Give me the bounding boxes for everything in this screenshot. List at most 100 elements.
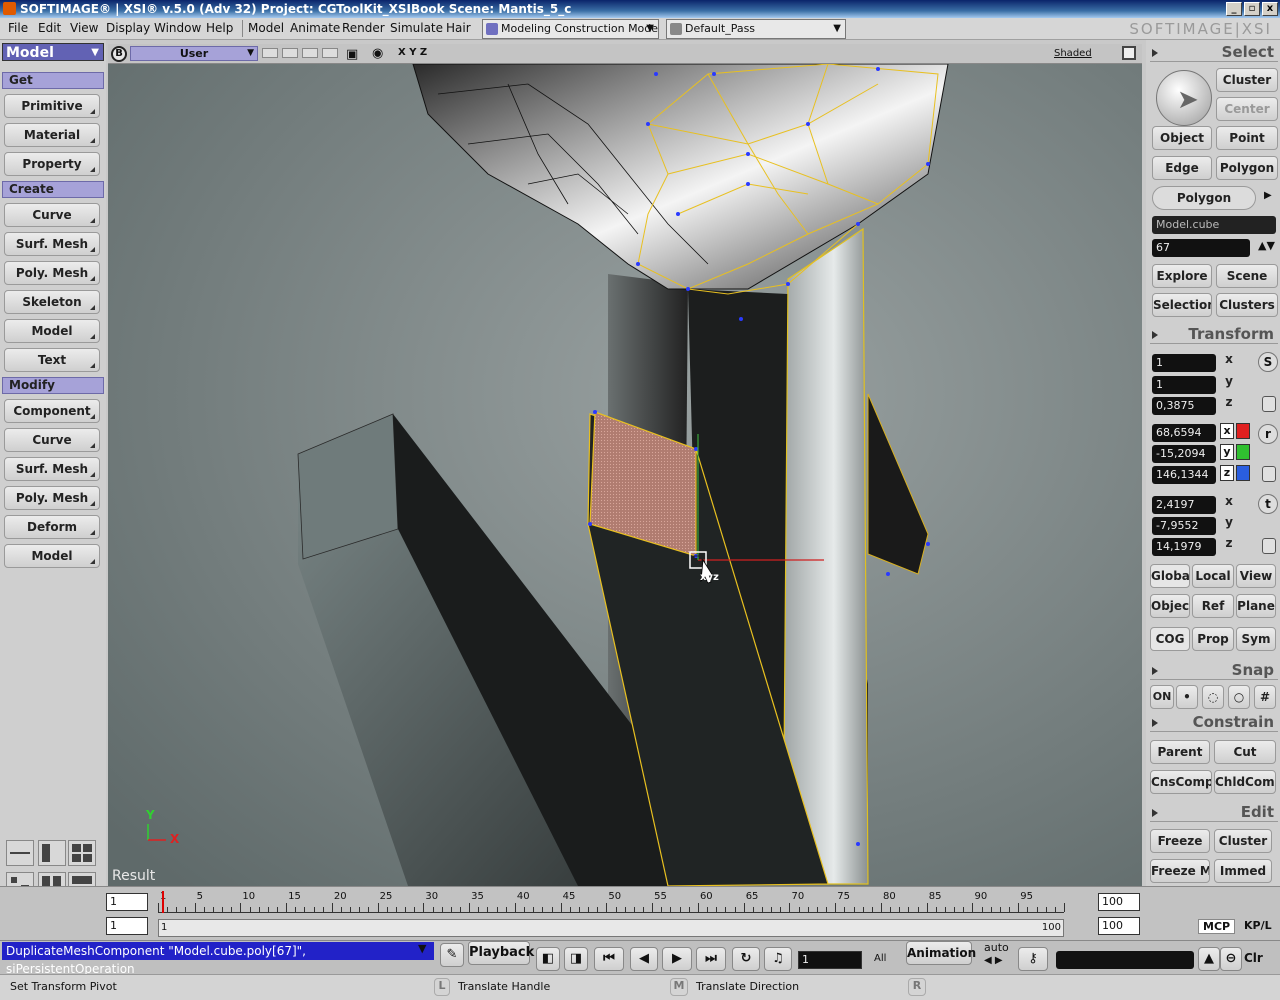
create-poly-mesh-button[interactable]: Poly. Mesh bbox=[4, 261, 100, 285]
rotate-x-color[interactable] bbox=[1236, 423, 1250, 439]
transform-header[interactable]: Transform bbox=[1150, 324, 1278, 344]
menu-window[interactable]: Window bbox=[154, 21, 201, 35]
create-text-button[interactable]: Text bbox=[4, 348, 100, 372]
display-mode-dropdown[interactable]: Shaded bbox=[1054, 48, 1092, 59]
viewport-toggle-1[interactable] bbox=[262, 48, 278, 58]
kpl-tab[interactable]: KP/L bbox=[1244, 919, 1272, 932]
cut-button[interactable]: Cut bbox=[1214, 740, 1276, 764]
maximize-button[interactable]: ▫ bbox=[1244, 2, 1260, 16]
close-button[interactable]: x bbox=[1262, 2, 1278, 16]
parent-button[interactable]: Parent bbox=[1150, 740, 1210, 764]
last-frame-icon[interactable]: ◨ bbox=[564, 947, 588, 971]
menu-edit[interactable]: Edit bbox=[38, 21, 61, 35]
menu-view[interactable]: View bbox=[70, 21, 98, 35]
create-skeleton-button[interactable]: Skeleton bbox=[4, 290, 100, 314]
rotate-x-label[interactable]: x bbox=[1220, 423, 1234, 439]
clusters-button[interactable]: Clusters bbox=[1216, 293, 1278, 317]
create-surf-mesh-button[interactable]: Surf. Mesh bbox=[4, 232, 100, 256]
script-command-line[interactable]: DuplicateMeshComponent "Model.cube.poly[… bbox=[2, 942, 434, 976]
timeline-ruler[interactable]: 15101520253035404550556065707580859095 bbox=[158, 891, 1065, 913]
end-frame-field[interactable]: 100 bbox=[1098, 893, 1140, 911]
scale-z-label[interactable]: z bbox=[1220, 395, 1238, 409]
menu-display[interactable]: Display bbox=[106, 21, 150, 35]
layout-single-icon[interactable] bbox=[38, 840, 66, 866]
script-editor-icon[interactable]: ✎ bbox=[440, 943, 464, 967]
current-frame-field[interactable]: 1 bbox=[798, 951, 862, 969]
3d-viewport[interactable]: xyz Y X bbox=[108, 64, 1142, 886]
ref-ref-button[interactable]: Ref bbox=[1192, 594, 1234, 618]
translate-x-field[interactable]: 2,4197 bbox=[1152, 496, 1216, 514]
range-end-field[interactable]: 100 bbox=[1098, 917, 1140, 935]
filter-arrow-icon[interactable]: ▶ bbox=[1264, 190, 1272, 201]
menu-help[interactable]: Help bbox=[206, 21, 233, 35]
playback-menu-button[interactable]: Playback bbox=[468, 941, 534, 965]
scale-y-label[interactable]: y bbox=[1220, 374, 1238, 388]
ref-object-button[interactable]: Object bbox=[1150, 594, 1190, 618]
translate-z-field[interactable]: 14,1979 bbox=[1152, 538, 1216, 556]
module-render[interactable]: Render bbox=[342, 21, 385, 35]
primitive-button[interactable]: Primitive bbox=[4, 94, 100, 118]
eye-icon[interactable]: ◉ bbox=[372, 46, 383, 61]
camera-dropdown[interactable]: User ▼ bbox=[130, 46, 258, 61]
loop-icon[interactable]: ↻ bbox=[732, 947, 760, 971]
select-header[interactable]: Select bbox=[1150, 42, 1278, 62]
modify-curve-button[interactable]: Curve bbox=[4, 428, 100, 452]
scale-x-label[interactable]: x bbox=[1220, 352, 1238, 366]
scale-z-field[interactable]: 0,3875 bbox=[1152, 397, 1216, 415]
rotate-mode-icon[interactable]: r bbox=[1258, 424, 1278, 444]
snap-grid-icon[interactable]: # bbox=[1254, 685, 1276, 709]
material-button[interactable]: Material bbox=[4, 123, 100, 147]
animation-menu-button[interactable]: Animation bbox=[906, 941, 976, 965]
scene-button[interactable]: Scene bbox=[1216, 264, 1278, 288]
render-pass-dropdown[interactable]: Default_Pass ▼ bbox=[666, 19, 846, 39]
spin-arrows-icon[interactable]: ▲▼ bbox=[1258, 239, 1275, 252]
sym-button[interactable]: Sym bbox=[1236, 627, 1276, 651]
layout-quad-icon[interactable] bbox=[68, 840, 96, 866]
go-start-icon[interactable]: ⏮ bbox=[594, 947, 624, 971]
translate-z-label[interactable]: z bbox=[1220, 536, 1238, 550]
snap-surface-icon[interactable]: ○ bbox=[1228, 685, 1250, 709]
modify-poly-mesh-button[interactable]: Poly. Mesh bbox=[4, 486, 100, 510]
ref-global-button[interactable]: Global bbox=[1150, 564, 1190, 588]
clear-button[interactable]: Clr bbox=[1244, 951, 1263, 965]
edit-cluster-button[interactable]: Cluster bbox=[1214, 829, 1272, 853]
cnscomp-button[interactable]: CnsComp bbox=[1150, 770, 1212, 794]
section-get-header[interactable]: Get bbox=[2, 72, 104, 89]
immed-button[interactable]: Immed bbox=[1214, 859, 1272, 883]
audio-icon[interactable]: ♫ bbox=[764, 947, 792, 971]
play-icon[interactable]: ▶ bbox=[662, 947, 692, 971]
scale-mode-icon[interactable]: S bbox=[1258, 352, 1278, 372]
first-frame-icon[interactable]: ◧ bbox=[536, 947, 560, 971]
scale-lock-icon[interactable] bbox=[1262, 396, 1276, 412]
translate-x-label[interactable]: x bbox=[1220, 494, 1238, 508]
snap-point-icon[interactable]: • bbox=[1176, 685, 1198, 709]
constrain-header[interactable]: Constrain bbox=[1150, 712, 1278, 732]
camera-icon[interactable]: ▣ bbox=[346, 47, 358, 62]
selection-count-field[interactable]: 67 bbox=[1152, 239, 1250, 257]
scale-x-field[interactable]: 1 bbox=[1152, 354, 1216, 372]
rotate-x-field[interactable]: 68,6594 bbox=[1152, 424, 1216, 442]
chldcomp-button[interactable]: ChldComp bbox=[1214, 770, 1276, 794]
command-history-icon[interactable]: ▼ bbox=[418, 942, 426, 955]
scale-y-field[interactable]: 1 bbox=[1152, 376, 1216, 394]
module-selector[interactable]: Model ▼ bbox=[2, 43, 104, 61]
section-modify-header[interactable]: Modify bbox=[2, 377, 104, 394]
module-animate[interactable]: Animate bbox=[290, 21, 340, 35]
modify-surf-mesh-button[interactable]: Surf. Mesh bbox=[4, 457, 100, 481]
section-create-header[interactable]: Create bbox=[2, 181, 104, 198]
rotate-y-field[interactable]: -15,2094 bbox=[1152, 445, 1216, 463]
rotate-y-color[interactable] bbox=[1236, 444, 1250, 460]
mcp-tab[interactable]: MCP bbox=[1198, 919, 1236, 934]
module-hair[interactable]: Hair bbox=[446, 21, 471, 35]
snap-header[interactable]: Snap bbox=[1150, 660, 1278, 680]
layout-graph-icon[interactable] bbox=[6, 840, 34, 866]
select-edge-button[interactable]: Edge bbox=[1152, 156, 1212, 180]
rotate-y-label[interactable]: y bbox=[1220, 444, 1234, 460]
rotate-lock-icon[interactable] bbox=[1262, 466, 1276, 482]
viewport-toggle-3[interactable] bbox=[302, 48, 318, 58]
freeze-m-button[interactable]: Freeze M bbox=[1150, 859, 1210, 883]
snap-on-button[interactable]: ON bbox=[1150, 685, 1174, 709]
modify-model-button[interactable]: Model bbox=[4, 544, 100, 568]
select-polygon-button[interactable]: Polygon bbox=[1216, 156, 1278, 180]
property-button[interactable]: Property bbox=[4, 152, 100, 176]
